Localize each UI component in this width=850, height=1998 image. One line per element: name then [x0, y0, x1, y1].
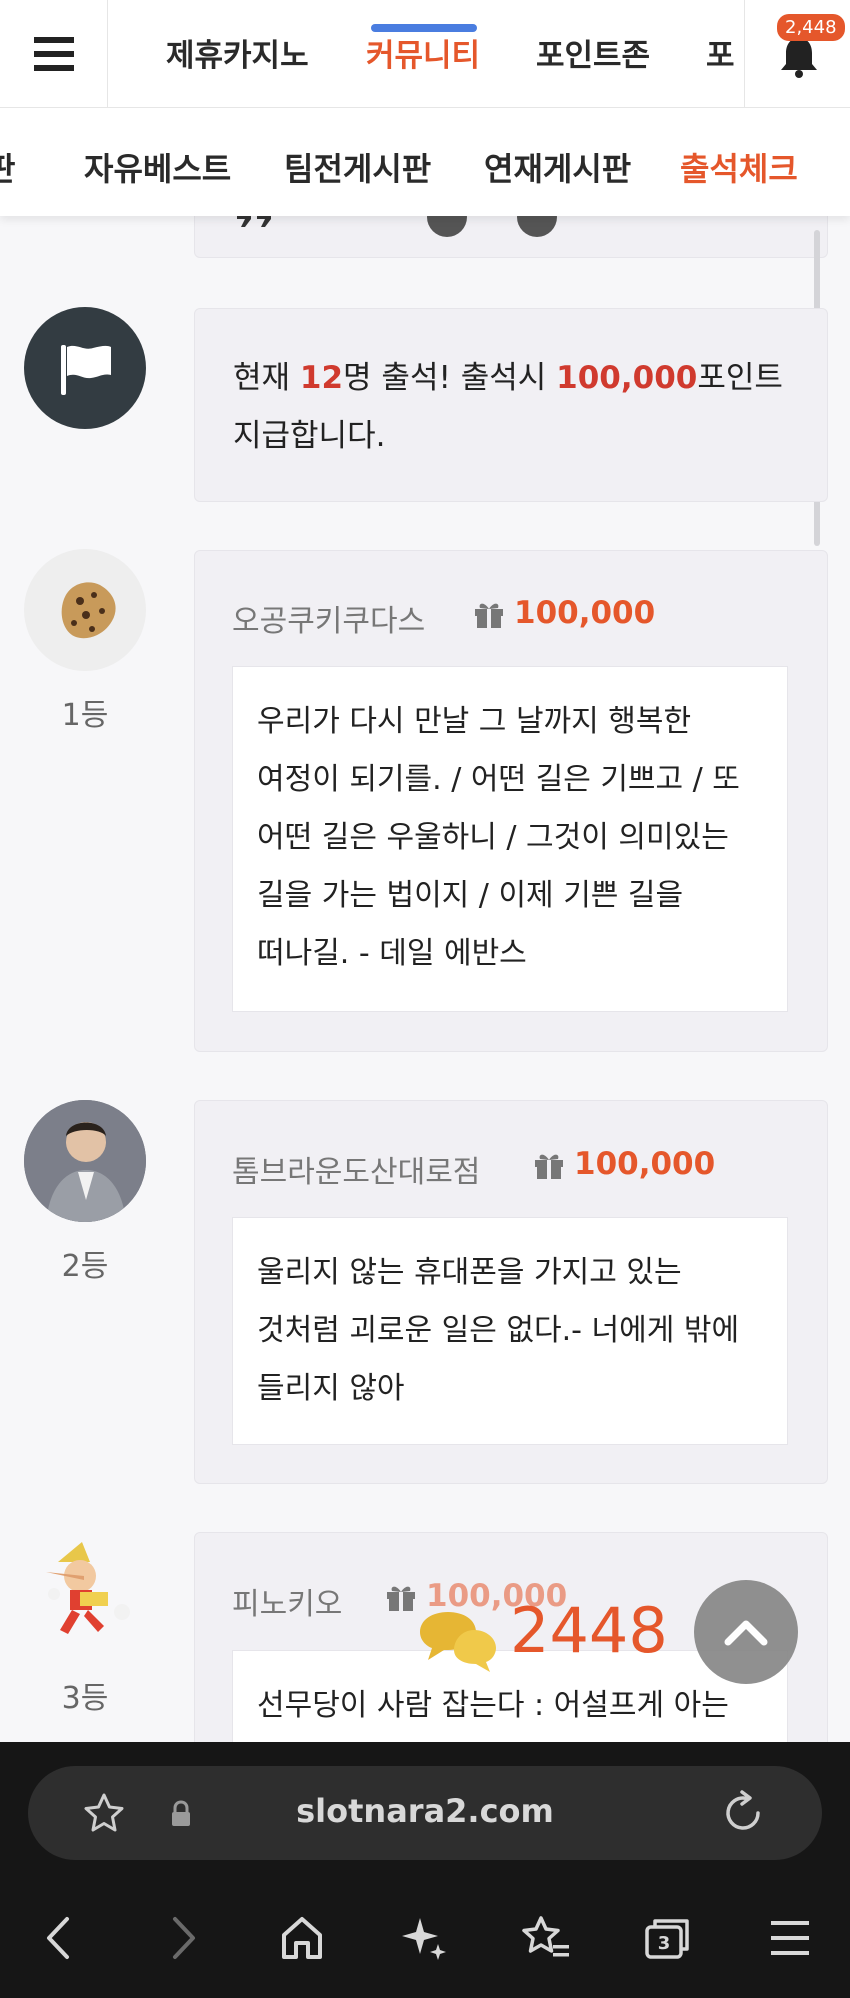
browser-menu-button[interactable]: [760, 1908, 820, 1968]
user-avatar[interactable]: [24, 1100, 146, 1222]
pinocchio-avatar-image: [46, 1542, 130, 1634]
rank-label: 3등: [61, 1681, 109, 1716]
cookie-avatar-image: [61, 582, 116, 639]
board-sub-navigation: 판 자유베스트 팀전게시판 연재게시판 출석체크: [0, 108, 850, 216]
awarded-points: 100,000: [514, 595, 656, 631]
forward-button[interactable]: [154, 1908, 214, 1968]
chat-count-widget[interactable]: 2448: [410, 1594, 680, 1704]
sparkle-icon: [402, 1918, 446, 1960]
chat-bubbles-icon: [420, 1612, 496, 1672]
attendance-notice-text: 현재 12명 출석! 출석시 100,000포인트 지급합니다.: [233, 349, 783, 465]
subnav-item-series-board[interactable]: 연재게시판: [484, 144, 631, 190]
bookmarks-button[interactable]: [516, 1908, 576, 1968]
awarded-points: 100,000: [574, 1146, 716, 1182]
menu-icon: [771, 1921, 809, 1955]
tab-count: 3: [658, 1933, 671, 1954]
notice-mid: 명 출석! 출석시: [343, 360, 557, 396]
ai-assistant-button[interactable]: [394, 1908, 454, 1968]
notification-button[interactable]: 2,448: [744, 0, 850, 108]
tabs-icon: 3: [645, 1919, 689, 1959]
chevron-right-icon: [173, 1917, 195, 1959]
attendance-notice-card: 현재 12명 출석! 출석시 100,000포인트 지급합니다.: [194, 308, 828, 502]
person-avatar-image: [24, 1100, 146, 1222]
tab-next-partial[interactable]: 포: [706, 30, 735, 75]
nickname[interactable]: 톰브라운도산대로점: [232, 1147, 480, 1191]
home-icon: [282, 1917, 322, 1959]
scroll-to-top-button[interactable]: [694, 1580, 798, 1684]
chevron-left-icon: [47, 1917, 69, 1959]
notice-line2: 지급합니다.: [233, 418, 386, 454]
attendance-message: 울리지 않는 휴대폰을 가지고 있는 것처럼 괴로운 일은 없다.- 너에게 밖…: [232, 1217, 788, 1445]
rank-label: 1등: [61, 698, 109, 733]
top-navigation: 제휴카지노 커뮤니티 포인트존 포 2,448: [0, 0, 850, 108]
tabs-button[interactable]: 3: [638, 1908, 698, 1968]
gift-icon: [535, 1154, 563, 1179]
tab-community[interactable]: 커뮤니티: [366, 30, 480, 75]
tab-point-zone[interactable]: 포인트존: [536, 30, 650, 75]
gift-icon: [475, 603, 503, 628]
menu-icon: [33, 37, 74, 71]
nickname[interactable]: 오공쿠키쿠다스: [232, 596, 425, 640]
bell-icon: [781, 38, 817, 78]
chat-count: 2448: [510, 1594, 668, 1667]
bookmark-star-list-icon: [522, 1916, 569, 1957]
attendance-message: 우리가 다시 만날 그 날까지 행복한 여정이 되기를. / 어떤 길은 기쁘고…: [232, 666, 788, 1012]
subnav-item-team-board[interactable]: 팀전게시판: [284, 144, 431, 190]
attendance-points: 100,000: [556, 360, 698, 396]
chevron-up-icon: [724, 1620, 768, 1646]
reload-icon[interactable]: [720, 1790, 766, 1836]
back-button[interactable]: [28, 1908, 88, 1968]
attendance-count: 12: [299, 360, 344, 396]
subnav-item-attendance[interactable]: 출석체크: [680, 144, 798, 190]
notification-count-badge: 2,448: [777, 14, 845, 41]
home-button[interactable]: [272, 1908, 332, 1968]
notice-prefix: 현재: [233, 360, 300, 396]
subnav-item-partial[interactable]: 판: [0, 144, 15, 190]
tab-partner-casino[interactable]: 제휴카지노: [166, 30, 309, 75]
url-text[interactable]: slotnara2.com: [28, 1792, 822, 1830]
hamburger-menu-button[interactable]: [0, 0, 108, 108]
user-avatar[interactable]: [24, 549, 146, 671]
address-bar[interactable]: slotnara2.com: [28, 1766, 822, 1860]
user-avatar[interactable]: [24, 1532, 146, 1654]
subnav-item-free-best[interactable]: 자유베스트: [84, 144, 231, 190]
flag-icon: [61, 345, 111, 395]
browser-bottom-bar: slotnara2.com 3: [0, 1742, 850, 1998]
rank-label: 2등: [61, 1249, 109, 1284]
notice-suffix: 포인트: [697, 360, 783, 396]
nickname[interactable]: 피노키오: [232, 1579, 342, 1623]
notice-avatar: [24, 307, 146, 429]
